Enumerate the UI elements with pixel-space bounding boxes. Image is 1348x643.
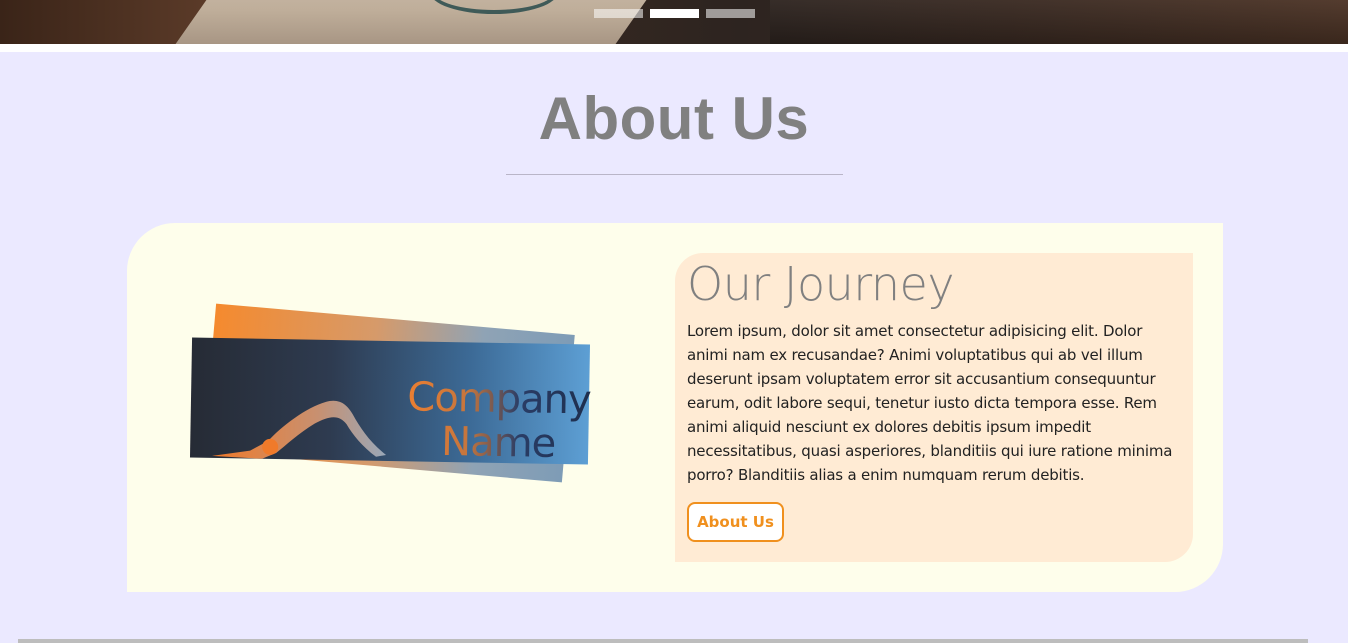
journey-panel: Our Journey Lorem ipsum, dolor sit amet … bbox=[675, 253, 1193, 562]
logo-text-line1: Company bbox=[407, 374, 592, 424]
yoga-pose-icon bbox=[212, 400, 387, 459]
hero-image-shade bbox=[770, 0, 1348, 44]
company-logo: Company Name bbox=[187, 303, 597, 493]
carousel-indicator-2[interactable] bbox=[650, 9, 699, 18]
about-card: Company Name Our Journey Lorem ipsum, do… bbox=[127, 223, 1223, 592]
about-us-button[interactable]: About Us bbox=[687, 502, 784, 542]
hero-divider bbox=[0, 44, 1348, 52]
journey-heading: Our Journey bbox=[687, 257, 955, 311]
title-underline bbox=[506, 174, 843, 175]
section-title: About Us bbox=[538, 85, 810, 152]
hero-carousel bbox=[0, 0, 1348, 44]
hero-image-board bbox=[175, 0, 675, 44]
footer-divider bbox=[18, 639, 1308, 643]
journey-body: Lorem ipsum, dolor sit amet consectetur … bbox=[687, 322, 1173, 484]
logo-text: Company Name bbox=[398, 375, 600, 466]
logo-front-panel: Company Name bbox=[189, 337, 591, 465]
carousel-indicator-3[interactable] bbox=[706, 9, 755, 18]
logo-text-line2: Name bbox=[440, 418, 556, 467]
carousel-indicators bbox=[594, 9, 755, 18]
carousel-indicator-1[interactable] bbox=[594, 9, 643, 18]
